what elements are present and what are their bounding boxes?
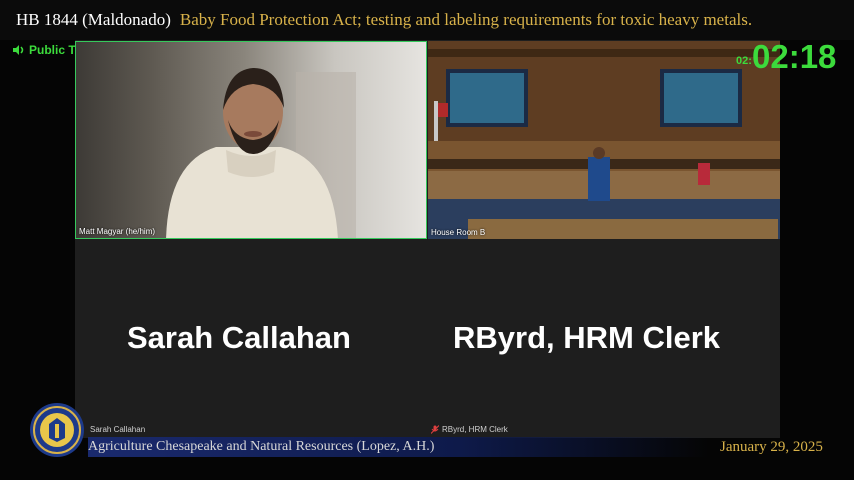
bill-description: Baby Food Protection Act; testing and la… <box>179 10 753 29</box>
testimony-timer: 02:18 <box>752 38 837 75</box>
participant-video-tile[interactable]: Matt Magyar (he/him) <box>75 41 427 239</box>
room-name-label: House Room B <box>431 228 486 237</box>
microphone-muted-icon <box>431 425 439 434</box>
room-video-feed <box>428 41 780 239</box>
participant-caption-sarah: Sarah Callahan <box>90 425 146 434</box>
participant-name-label: Matt Magyar (he/him) <box>79 227 156 236</box>
committee-banner: Agriculture Chesapeake and Natural Resou… <box>88 437 708 457</box>
clerk-caption-text: RByrd, HRM Clerk <box>442 425 508 434</box>
bill-id: HB 1844 (Maldonado) <box>16 10 171 29</box>
timer-fragment: 02: <box>736 55 752 67</box>
session-date: January 29, 2025 <box>720 439 823 455</box>
committee-name: Agriculture Chesapeake and Natural Resou… <box>88 439 435 454</box>
participant-caption-clerk: RByrd, HRM Clerk <box>431 425 508 434</box>
room-video-tile[interactable]: House Room B <box>428 41 780 239</box>
participant-name-card-clerk: RByrd, HRM Clerk <box>453 320 720 355</box>
participant-video-feed <box>166 68 356 238</box>
speaker-icon <box>13 45 24 55</box>
title-bar: HB 1844 (Maldonado) Baby Food Protection… <box>0 0 854 40</box>
house-seal-icon <box>30 403 84 457</box>
participant-name-card-sarah: Sarah Callahan <box>127 320 351 355</box>
